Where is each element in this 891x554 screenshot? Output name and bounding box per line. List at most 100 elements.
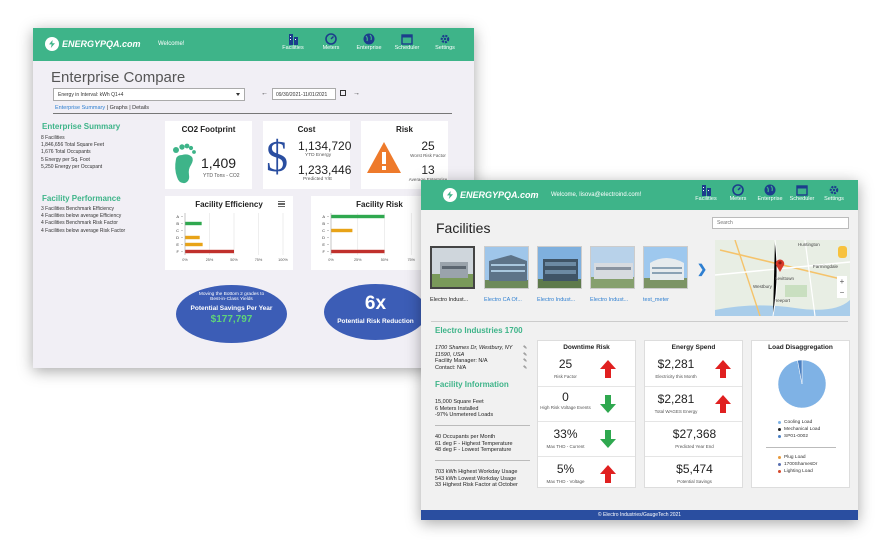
x-tick-label: 100%	[278, 258, 288, 262]
facility-photo	[432, 248, 473, 287]
list-item: 33 Highest Risk Factor at October	[435, 482, 518, 488]
ytd-energy-label: YTD Energy	[305, 153, 332, 158]
list-item: 5,250 Energy per Occupant	[41, 163, 103, 170]
facility-thumb-5[interactable]	[643, 246, 688, 289]
divider	[53, 113, 452, 114]
nav-enterprise[interactable]: Enterprise	[757, 184, 783, 202]
nav-settings[interactable]: Settings	[432, 33, 458, 51]
facility-thumb-3[interactable]	[537, 246, 582, 289]
facility-map[interactable]: Huntington Farmingdale Westbury Freeport…	[715, 240, 850, 316]
calendar-icon	[401, 34, 413, 45]
x-tick-label: 25%	[354, 258, 362, 262]
facility-address: 1700 Shames Dr, Westbury, NY 11590, USA	[435, 345, 512, 358]
y-tick-label: E	[176, 242, 179, 247]
zoom-in-button[interactable]: +	[837, 276, 847, 287]
kpi-label: Potential Savings	[677, 479, 712, 484]
map-zoom-controls[interactable]: + −	[837, 276, 847, 298]
energypqa-logo[interactable]: ENERGYPQA.com	[443, 188, 539, 202]
date-range-input[interactable]: 09/30/2021-11/01/2021	[272, 88, 336, 100]
edit-icons: ✎ ✎ ✎ ✎	[523, 345, 527, 371]
bar[interactable]	[185, 242, 203, 247]
green-down-arrow-icon	[600, 430, 616, 448]
list-item: 5 Energy per Sq. Foot	[41, 156, 90, 163]
card-title: CO2 Footprint	[181, 125, 236, 134]
load-pie-chart	[777, 359, 827, 409]
legend-dot	[778, 463, 781, 466]
thumb-caption-1[interactable]: Electro Indust...	[430, 297, 482, 303]
metric-select[interactable]: Energy in Interval: kWh Q1+4	[53, 88, 245, 101]
kpi-value: 5%	[556, 462, 575, 476]
y-tick-label: A	[176, 214, 179, 219]
enterprise-summary-list: 8 Facilities 1,846,656 Total Square Feet…	[41, 135, 104, 171]
calendar-picker-icon[interactable]	[340, 90, 346, 96]
tab-enterprise-summary[interactable]: Enterprise Summary	[55, 105, 105, 111]
list-item: 3 Facilities Benchmark Efficiency	[41, 206, 114, 212]
kpi-row: $27,368 Predicted Year End	[645, 422, 742, 457]
thumb-caption-5[interactable]: test_meter	[643, 297, 695, 303]
search-input[interactable]	[712, 217, 849, 229]
nav-meters[interactable]: Meters	[318, 33, 344, 51]
x-tick-label: 50%	[381, 258, 389, 262]
facility-thumb-2[interactable]	[484, 246, 529, 289]
y-tick-label: F	[323, 249, 326, 254]
tab-graphs-details[interactable]: | Graphs | Details	[105, 105, 149, 111]
energypqa-logo[interactable]: ENERGYPQA.com	[45, 37, 141, 51]
legend-item: Lighting Load	[778, 469, 813, 474]
map-label: Levittown	[775, 276, 795, 281]
risk-reduction-label: Potential Risk Reduction	[337, 318, 414, 325]
red-up-arrow-icon	[600, 360, 616, 378]
average-risk-value: 13	[421, 163, 435, 177]
risk-reduction-value: 6x	[364, 293, 387, 314]
bar[interactable]	[331, 228, 353, 233]
bar[interactable]	[185, 249, 234, 254]
edit-manager-icon[interactable]: ✎	[523, 358, 527, 365]
nav-facilities[interactable]: Facilities	[280, 33, 306, 51]
map-pin-icon[interactable]	[775, 258, 785, 272]
date-prev-arrow-icon[interactable]: ←	[261, 90, 268, 97]
load-disaggregation-card: Load Disaggregation Cooling Load Mechani…	[751, 340, 850, 488]
thumb-caption-2[interactable]: Electro CA Of...	[484, 297, 536, 303]
facility-photo	[538, 247, 581, 288]
street-view-icon[interactable]	[838, 246, 847, 258]
list-item: 1,846,656 Total Square Feet	[41, 142, 105, 149]
thumb-caption-4[interactable]: Electro Indust...	[590, 297, 642, 303]
gear-icon	[440, 34, 450, 44]
bar[interactable]	[185, 235, 200, 240]
page-title: Facilities	[436, 220, 491, 236]
divider	[766, 447, 836, 448]
facility-information-heading: Facility Information	[435, 380, 509, 389]
nav-settings[interactable]: Settings	[822, 184, 846, 202]
nav-enterprise[interactable]: Enterprise	[356, 33, 382, 51]
menu-icon[interactable]	[278, 201, 285, 207]
facility-efficiency-card: Facility Efficiency 0% 25% 50% 75% 100% A B C D E…	[165, 196, 293, 270]
nav-facilities[interactable]: Facilities	[694, 184, 718, 202]
facility-thumb-4[interactable]	[590, 246, 635, 289]
map-label: Huntington	[798, 242, 820, 247]
welcome-text: Welcome, lisova@electroind.com!	[551, 192, 642, 198]
bar[interactable]	[331, 249, 385, 254]
top-nav: Facilities Meters Enterprise Scheduler S…	[694, 184, 846, 202]
facility-thumb-1[interactable]	[430, 246, 475, 289]
zoom-out-button[interactable]: −	[837, 287, 847, 298]
facility-photo	[485, 247, 528, 288]
kpi-value: $2,281	[657, 392, 695, 406]
divider	[431, 321, 848, 322]
kpi-value: 33%	[553, 427, 578, 441]
bar[interactable]	[331, 214, 385, 219]
nav-meters[interactable]: Meters	[726, 184, 750, 202]
edit-address-icon[interactable]: ✎	[523, 345, 527, 352]
gear-icon	[829, 185, 839, 195]
bar[interactable]	[185, 221, 202, 226]
nav-scheduler[interactable]: Scheduler	[790, 184, 814, 202]
x-tick-label: 0%	[182, 258, 188, 262]
y-tick-label: C	[176, 228, 179, 233]
kpi-value: $5,474	[676, 462, 713, 476]
card-title: Facility Efficiency	[195, 200, 263, 209]
nav-scheduler[interactable]: Scheduler	[394, 33, 420, 51]
legend-item: 1700ShamesDr	[778, 462, 817, 467]
thumb-caption-3[interactable]: Electro Indust...	[537, 297, 589, 303]
chevron-right-icon[interactable]: ❯	[697, 262, 707, 276]
edit-contact-icon[interactable]: ✎	[523, 365, 527, 372]
calendar-icon	[796, 185, 808, 196]
date-next-arrow-icon[interactable]: →	[353, 90, 360, 97]
